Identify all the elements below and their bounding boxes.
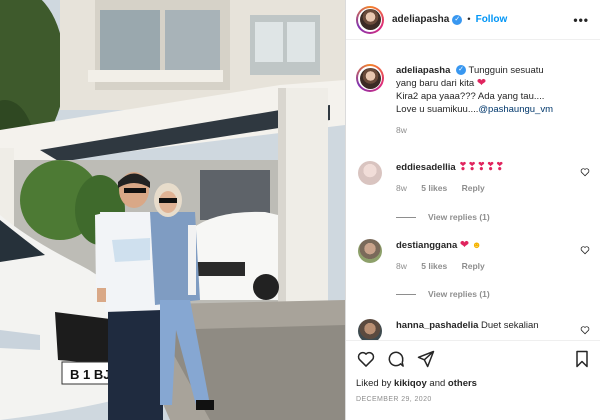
liked-by-prefix: Liked by [356, 378, 392, 389]
comment-item: destianggana ❤ ☻ 8w 5 likes Reply [356, 239, 592, 273]
comment-likes-count[interactable]: 5 likes [421, 183, 447, 193]
commenter-avatar[interactable] [358, 161, 382, 185]
comment-reply-button[interactable]: Reply [462, 261, 485, 271]
comment-reply-button[interactable]: Reply [462, 183, 485, 193]
liked-by-user-link[interactable]: kikiqoy [394, 378, 427, 389]
follow-button[interactable]: Follow [476, 14, 508, 25]
author-avatar[interactable] [356, 5, 384, 34]
comment-username[interactable]: eddiesadellia [396, 162, 456, 173]
liked-by-and: and [429, 378, 446, 389]
liked-by-others-link[interactable]: others [448, 378, 477, 389]
commenter-avatar[interactable] [358, 319, 382, 340]
svg-text:B 1 BJ: B 1 BJ [70, 367, 110, 382]
author-username[interactable]: adeliapasha [392, 14, 449, 25]
view-replies-button[interactable]: View replies (1) [396, 212, 490, 222]
comment-icon[interactable] [386, 349, 406, 369]
like-comment-heart-icon[interactable] [580, 325, 590, 335]
dot-separator: • [467, 14, 471, 25]
view-replies-label: View replies (1) [428, 289, 490, 299]
photo-illustration: B 1 BJ [0, 0, 345, 420]
caption-mention-link[interactable]: @pashaungu_vm [478, 104, 553, 115]
post-date[interactable]: DECEMBER 29, 2020 [356, 396, 432, 403]
caption-avatar[interactable] [356, 64, 384, 92]
comment-item: hanna_pashadelia Duet sekalian [356, 319, 592, 340]
more-options-icon[interactable]: ••• [573, 13, 589, 27]
heart-emoji-icon: ❣❣❣❣❣ [458, 161, 505, 173]
post-photo[interactable]: B 1 BJ [0, 0, 345, 420]
comment-likes-count[interactable]: 5 likes [421, 261, 447, 271]
comment-username[interactable]: hanna_pashadelia [396, 320, 478, 331]
bookmark-icon[interactable] [572, 349, 592, 369]
view-replies-label: View replies (1) [428, 212, 490, 222]
comment-username[interactable]: destianggana [396, 240, 457, 251]
comment-time[interactable]: 8w [396, 183, 407, 193]
like-comment-heart-icon[interactable] [580, 167, 590, 177]
share-icon[interactable] [416, 349, 436, 369]
post-header: adeliapasha ✓ • Follow ••• [346, 0, 600, 40]
heart-eyes-emoji-icon: ☻ [471, 240, 482, 251]
caption-time[interactable]: 8w [396, 125, 407, 135]
like-comment-heart-icon[interactable] [580, 245, 590, 255]
caption-text-line4: Love u suamikuu.... [396, 104, 479, 115]
heart-icon[interactable] [356, 349, 376, 369]
caption-text-line2: yang baru dari kita [396, 78, 475, 89]
view-replies-button[interactable]: View replies (1) [396, 289, 490, 299]
heart-emoji-icon: ❤ [459, 239, 470, 251]
comment-item: eddiesadellia ❣❣❣❣❣ 8w 5 likes Reply [356, 161, 592, 195]
caption: adeliapasha ✓ Tungguin sesuatu yang baru… [356, 64, 592, 137]
post-actions: Liked by kikiqoy and others DECEMBER 29,… [346, 340, 600, 420]
verified-badge-icon: ✓ [452, 14, 463, 25]
commenter-avatar[interactable] [358, 239, 382, 263]
red-heart-emoji-icon: ❤ [476, 77, 487, 89]
comment-time[interactable]: 8w [396, 261, 407, 271]
caption-text-line1: Tungguin sesuatu [468, 65, 544, 76]
verified-badge-icon: ✓ [456, 65, 467, 76]
comment-text: Duet sekalian [481, 320, 539, 331]
comments-list[interactable]: adeliapasha ✓ Tungguin sesuatu yang baru… [346, 40, 600, 340]
caption-text-line3: Kira2 apa yaaa??? Ada yang tau.... [396, 91, 545, 102]
caption-username[interactable]: adeliapasha [396, 65, 450, 76]
liked-by-summary: Liked by kikiqoy and others [356, 378, 477, 389]
post-panel: adeliapasha ✓ • Follow ••• adeliapasha ✓… [345, 0, 600, 420]
